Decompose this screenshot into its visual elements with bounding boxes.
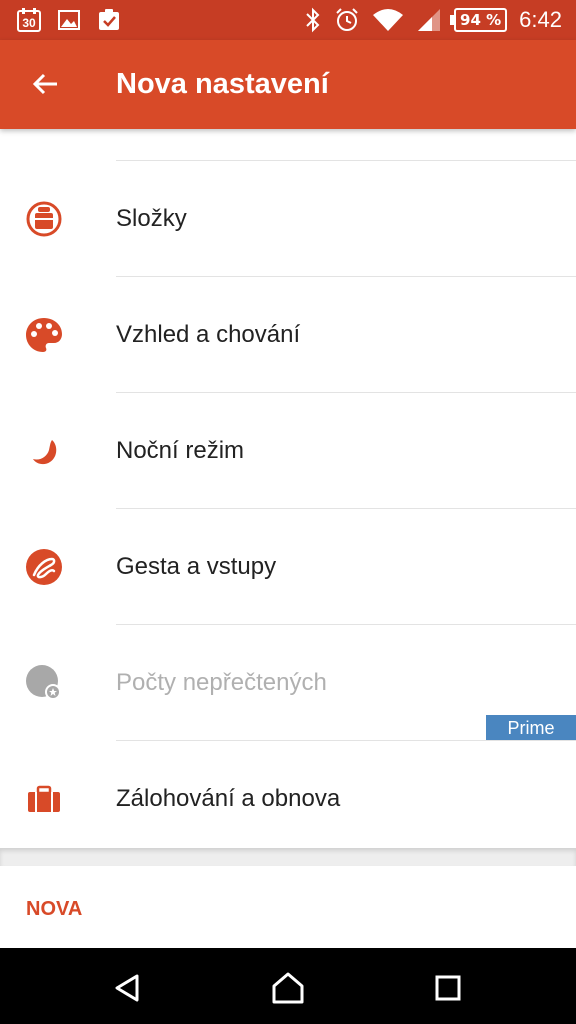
settings-item-slozky[interactable]: Složky [26, 160, 576, 276]
settings-item-nocni-rezim[interactable]: Noční režim [33, 392, 576, 508]
palette-icon [26, 318, 62, 352]
back-button[interactable] [24, 62, 68, 106]
nav-back-button[interactable] [106, 966, 150, 1010]
image-icon [58, 10, 80, 30]
battery-level: 94 % [460, 11, 502, 29]
calendar-day: 30 [22, 16, 36, 30]
footer-section: NOVA [0, 866, 576, 948]
settings-item-label: Zálohování a obnova [116, 785, 341, 812]
recents-icon [435, 975, 461, 1001]
settings-item-label: Složky [116, 205, 187, 232]
folder-drawer-icon [26, 201, 62, 237]
bluetooth-icon [306, 7, 320, 33]
alarm-icon [336, 8, 358, 31]
navigation-bar [0, 948, 576, 1024]
briefcase-icon [28, 785, 60, 812]
status-right-icons: 94 % 6:42 [304, 0, 562, 40]
moon-icon [33, 440, 57, 465]
settings-item-gesta[interactable]: Gesta a vstupy [26, 508, 576, 624]
footer-section-title: NOVA [26, 898, 83, 920]
home-icon [272, 972, 304, 1004]
settings-item-vzhled[interactable]: Vzhled a chování [26, 276, 576, 392]
calendar-icon: 30 [17, 8, 41, 32]
back-triangle-icon [115, 974, 139, 1002]
unread-badge-icon [26, 665, 61, 700]
settings-item-pocty-neprectenych[interactable]: Počty nepřečtených Prime [26, 624, 576, 741]
arrow-back-icon [32, 73, 57, 95]
settings-item-zalohovani[interactable]: Zálohování a obnova [28, 740, 576, 856]
app-bar: Nova nastavení [0, 40, 576, 129]
clipboard-check-icon [99, 9, 119, 30]
settings-item-label: Noční režim [116, 437, 245, 464]
page-title: Nova nastavení [116, 68, 329, 100]
status-bar: 30 94 % 6:42 [0, 0, 576, 40]
nav-recents-button[interactable] [426, 966, 470, 1010]
battery-icon: 94 % [450, 8, 508, 32]
status-left-icons: 30 [16, 7, 122, 33]
settings-item-label: Počty nepřečtených [116, 669, 327, 696]
settings-item-label: Gesta a vstupy [116, 553, 277, 580]
nav-home-button[interactable] [266, 966, 310, 1010]
section-divider [0, 848, 576, 866]
prime-badge: Prime [486, 715, 576, 741]
settings-item-label: Vzhled a chování [116, 321, 301, 348]
settings-list: Složky Vzhled a chování Noční režim Gest… [0, 160, 576, 856]
status-time: 6:42 [519, 7, 562, 32]
gesture-icon [26, 549, 62, 585]
wifi-icon [373, 9, 404, 31]
signal-icon [418, 9, 441, 31]
